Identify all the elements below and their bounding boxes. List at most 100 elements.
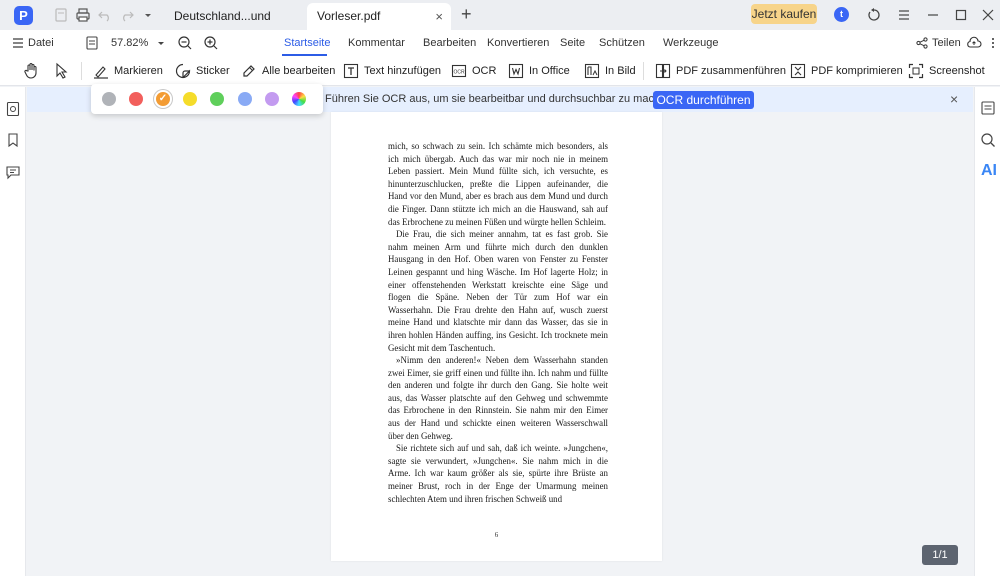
search-icon[interactable]: [980, 132, 996, 148]
to-image-tool[interactable]: In Bild: [584, 61, 636, 81]
tab-startseite[interactable]: Startseite: [284, 37, 330, 49]
tab-seite[interactable]: Seite: [560, 37, 585, 49]
toolbar-divider: [643, 62, 644, 80]
paragraph: »Nimm den anderen!« Neben dem Wasserhahn…: [388, 355, 608, 441]
cloud-upload-icon[interactable]: [966, 36, 982, 50]
sticker-tool-label: Sticker: [196, 65, 230, 77]
page-counter[interactable]: 1/1: [922, 545, 958, 565]
redo-icon[interactable]: [119, 7, 135, 23]
properties-icon[interactable]: [980, 100, 996, 116]
comments-icon[interactable]: [5, 164, 21, 180]
toolbar-divider: [81, 62, 82, 80]
page-view-icon[interactable]: [85, 35, 99, 51]
paragraph: mich, so schwach zu sein. Ich schämte mi…: [388, 141, 608, 227]
thumbnails-icon[interactable]: [5, 101, 21, 117]
paragraph: Sie richtete sich auf und sah, daß ich w…: [388, 443, 608, 504]
hamburger-icon[interactable]: [896, 7, 912, 23]
zoom-in-icon[interactable]: [203, 35, 219, 51]
screenshot-icon: [908, 63, 924, 79]
more-options-icon[interactable]: [988, 37, 998, 49]
run-ocr-button[interactable]: OCR durchführen: [653, 91, 754, 109]
close-window-icon[interactable]: [980, 7, 996, 23]
left-sidebar: [0, 87, 26, 576]
close-tab-icon[interactable]: ×: [435, 3, 443, 30]
title-bar: P Deutschland...und fas.pdf Vorleser.pdf…: [0, 0, 1000, 50]
maximize-icon[interactable]: [953, 7, 969, 23]
share-button[interactable]: Teilen: [932, 37, 961, 49]
select-tool-icon[interactable]: [55, 62, 69, 80]
app-logo: P: [14, 6, 33, 25]
tab-schuetzen[interactable]: Schützen: [599, 37, 645, 49]
zoom-out-icon[interactable]: [177, 35, 193, 51]
color-swatch-orange[interactable]: ✓: [156, 92, 170, 106]
highlight-tool[interactable]: Markieren: [93, 61, 163, 81]
tab-document-2[interactable]: Vorleser.pdf ×: [307, 3, 451, 30]
check-icon: ✓: [158, 93, 168, 104]
compress-pdf-tool-label: PDF komprimieren: [811, 65, 903, 77]
buy-button[interactable]: Jetzt kaufen: [751, 4, 817, 24]
screenshot-tool[interactable]: Screenshot: [908, 61, 985, 81]
image-icon: [584, 63, 600, 79]
sticker-tool[interactable]: Sticker: [175, 61, 230, 81]
highlight-color-picker: ✓: [91, 84, 323, 114]
to-image-tool-label: In Bild: [605, 65, 636, 77]
color-swatch-green[interactable]: [210, 92, 224, 106]
color-swatch-red[interactable]: [129, 92, 143, 106]
paragraph: Die Frau, die sich meiner annahm, tat es…: [388, 229, 608, 353]
merge-pdf-tool-label: PDF zusammenführen: [676, 65, 787, 77]
color-swatch-gray[interactable]: [102, 92, 116, 106]
add-text-tool[interactable]: Text hinzufügen: [343, 61, 441, 81]
undo-icon[interactable]: [97, 7, 113, 23]
to-office-tool[interactable]: In Office: [508, 61, 570, 81]
close-banner-icon[interactable]: ×: [950, 91, 958, 107]
merge-icon: [655, 63, 671, 79]
tab-kommentar[interactable]: Kommentar: [348, 37, 405, 49]
ocr-banner-text: Führen Sie OCR aus, um sie bearbeitbar u…: [325, 93, 676, 105]
print-icon[interactable]: [75, 7, 91, 23]
tab-werkzeuge[interactable]: Werkzeuge: [663, 37, 718, 49]
office-icon: [508, 63, 524, 79]
sticker-icon: [175, 63, 191, 79]
document-page: mich, so schwach zu sein. Ich schämte mi…: [331, 112, 662, 561]
color-swatch-purple[interactable]: [265, 92, 279, 106]
custom-color-picker-icon[interactable]: [292, 92, 306, 106]
screenshot-tool-label: Screenshot: [929, 65, 985, 77]
ai-assistant-icon[interactable]: AI: [981, 162, 1000, 179]
zoom-value[interactable]: 57.82%: [111, 37, 148, 49]
edit-all-tool-label: Alle bearbeiten: [262, 65, 336, 77]
color-swatch-blue[interactable]: [238, 92, 252, 106]
tab-label: Vorleser.pdf: [317, 9, 381, 23]
home-icon[interactable]: [53, 7, 69, 23]
menu-row: Datei 57.82% Startseite Kommentar Bearbe…: [0, 30, 1000, 56]
compress-pdf-tool[interactable]: PDF komprimieren: [790, 61, 903, 81]
svg-text:OCR: OCR: [453, 70, 465, 76]
file-menu[interactable]: Datei: [28, 37, 54, 49]
compress-icon: [790, 63, 806, 79]
tab-bearbeiten[interactable]: Bearbeiten: [423, 37, 476, 49]
new-tab-icon[interactable]: +: [461, 5, 475, 23]
avatar[interactable]: t: [834, 7, 849, 22]
edit-all-icon: [241, 63, 257, 79]
bookmark-icon[interactable]: [5, 132, 21, 148]
share-icon[interactable]: [916, 37, 928, 49]
toolbar: Markieren Sticker Alle bearbeiten Text h…: [0, 56, 1000, 86]
right-sidebar: AI: [974, 87, 1000, 576]
ocr-tool-label: OCR: [472, 65, 497, 77]
zoom-dropdown-icon[interactable]: [156, 39, 166, 49]
edit-all-tool[interactable]: Alle bearbeiten: [241, 61, 335, 81]
minimize-icon[interactable]: [925, 7, 941, 23]
color-swatch-yellow[interactable]: [183, 92, 197, 106]
hand-tool-icon[interactable]: [23, 62, 40, 80]
highlight-tool-label: Markieren: [114, 65, 163, 77]
tab-konvertieren[interactable]: Konvertieren: [487, 37, 549, 49]
page-text: mich, so schwach zu sein. Ich schämte mi…: [388, 140, 608, 505]
tab-document-1[interactable]: Deutschland...und fas.pdf: [164, 3, 304, 50]
dropdown-icon[interactable]: [142, 7, 158, 23]
ocr-tool[interactable]: OCR OCR: [451, 61, 496, 81]
ocr-icon: OCR: [451, 63, 467, 79]
page-number: 6: [494, 531, 499, 539]
merge-pdf-tool[interactable]: PDF zusammenführen: [655, 61, 786, 81]
highlighter-icon: [93, 63, 109, 79]
hamburger-menu-icon[interactable]: [12, 37, 26, 49]
sync-icon[interactable]: [866, 7, 882, 23]
